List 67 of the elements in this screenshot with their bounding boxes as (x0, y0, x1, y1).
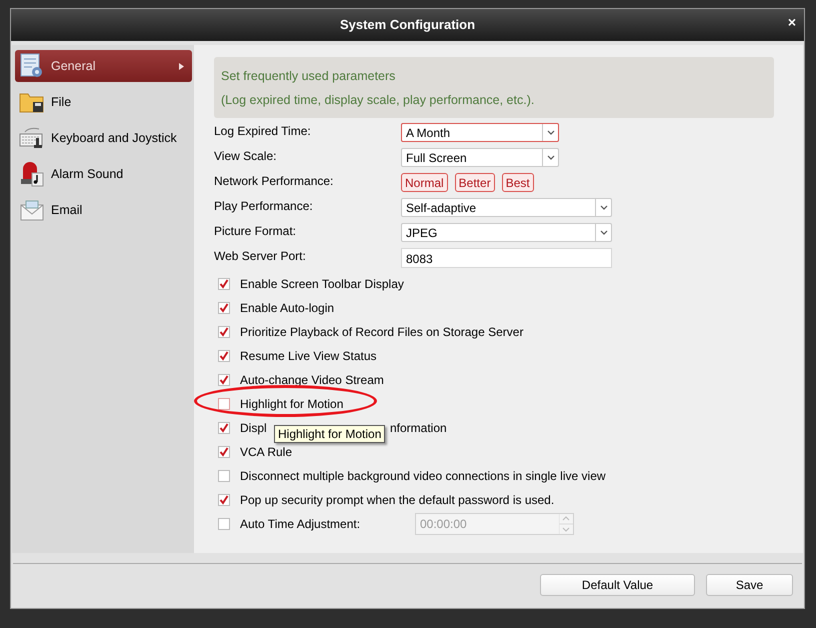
checkbox[interactable] (218, 398, 230, 410)
envelope-icon (20, 199, 44, 221)
checkbox[interactable] (218, 278, 230, 290)
checkmark-icon (219, 279, 229, 289)
spinner-arrows-icon (559, 514, 573, 534)
field-label: View Scale: (214, 148, 278, 164)
option-label: Auto Time Adjustment: (240, 516, 362, 533)
keyboard-joystick-icon (19, 126, 45, 150)
performance-button[interactable]: Best (502, 173, 534, 192)
dialog-button[interactable]: Save (706, 574, 793, 596)
checkmark-icon (219, 495, 229, 505)
field-label: Network Performance: (214, 172, 334, 190)
option-label: VCA Rule (240, 444, 292, 461)
option-label: nformation (390, 420, 447, 437)
field-label: Web Server Port: (214, 248, 307, 264)
option-label: Enable Screen Toolbar Display (240, 276, 404, 293)
checkbox[interactable] (218, 374, 230, 386)
performance-button[interactable]: Normal (401, 173, 448, 192)
option-label: Enable Auto-login (240, 300, 334, 317)
window-title: System Configuration (340, 16, 476, 34)
option-label: Highlight for Motion (240, 396, 344, 413)
caret-icon (600, 230, 608, 235)
checkmark-icon (219, 423, 229, 433)
field-label: Log Expired Time: (214, 122, 312, 140)
option-label: Prioritize Playback of Record Files on Storage Server (240, 324, 524, 341)
dropdown[interactable]: A Month (401, 123, 559, 142)
checkmark-icon (219, 327, 229, 337)
checkbox[interactable] (218, 494, 230, 506)
checkbox[interactable] (218, 446, 230, 458)
field-label: Picture Format: (214, 222, 298, 240)
checkbox[interactable] (218, 422, 230, 434)
field-label: Play Performance: (214, 198, 314, 214)
option-label: Pop up security prompt when the default password is used. (240, 492, 554, 509)
dropdown[interactable]: JPEG (401, 223, 612, 242)
option-label: Auto-change Video Stream (240, 372, 384, 389)
sidebar-item[interactable]: Alarm Sound (15, 158, 192, 190)
caret-icon (546, 155, 554, 160)
close-button[interactable]: × (788, 15, 796, 29)
option-label: Disconnect multiple background video connections in single live view (240, 468, 606, 485)
checkbox[interactable] (218, 302, 230, 314)
checkmark-icon (219, 375, 229, 385)
caret-icon (546, 130, 554, 135)
option-label: Displ (240, 421, 267, 435)
checkbox[interactable] (218, 350, 230, 362)
dialog-button[interactable]: Default Value (540, 574, 695, 596)
document-gear-icon (19, 53, 45, 79)
option-label: Resume Live View Status (240, 348, 377, 365)
checkmark-icon (219, 447, 229, 457)
siren-music-icon (20, 161, 44, 187)
caret-icon (600, 205, 608, 210)
description-text: (Log expired time, display scale, play performance, etc.). (221, 92, 536, 109)
checkbox[interactable] (218, 470, 230, 482)
checkmark-icon (219, 351, 229, 361)
sidebar-item[interactable]: Email (15, 194, 192, 226)
tooltip: Highlight for Motion (274, 425, 386, 443)
sidebar-item[interactable]: File (15, 86, 192, 118)
checkmark-icon (219, 303, 229, 313)
checkbox[interactable] (218, 326, 230, 338)
sidebar-item[interactable]: Keyboard and Joystick (15, 122, 192, 154)
performance-button[interactable]: Better (454, 173, 495, 192)
description-text: Set frequently used parameters (221, 68, 396, 85)
sidebar-item[interactable]: General (15, 50, 192, 82)
input-field[interactable]: 8083 (401, 248, 612, 268)
checkbox[interactable] (218, 518, 230, 530)
triangle-icon (179, 62, 184, 70)
dropdown[interactable]: Full Screen (401, 148, 559, 167)
dropdown[interactable]: Self-adaptive (401, 198, 612, 217)
